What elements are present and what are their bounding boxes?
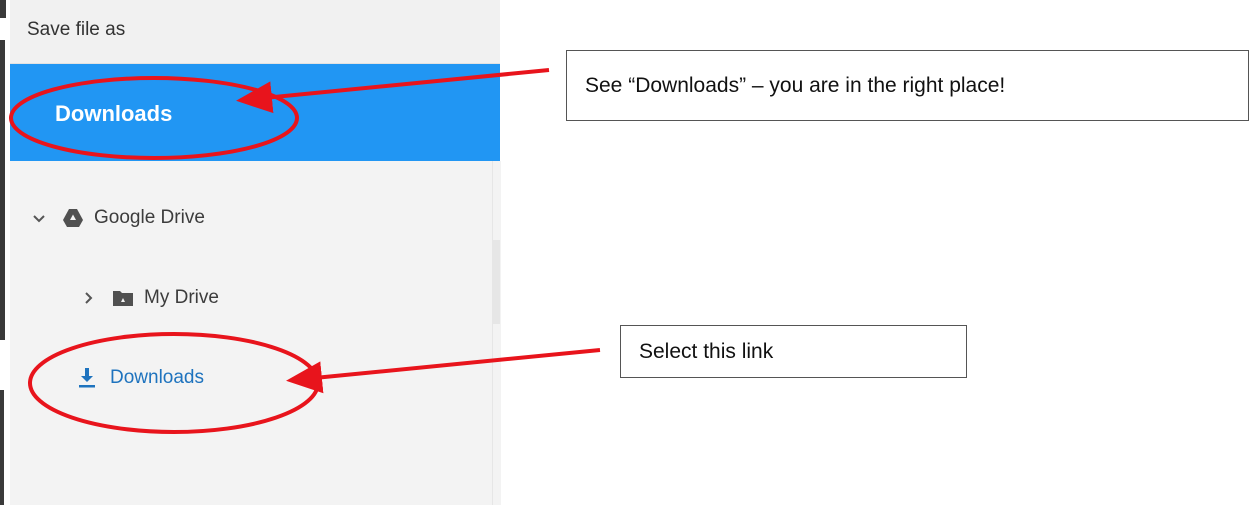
- dialog-title: Save file as: [10, 0, 500, 64]
- annotation-callout-location: See “Downloads” – you are in the right p…: [566, 50, 1249, 121]
- current-location-label: Downloads: [55, 101, 173, 126]
- nav-item-downloads[interactable]: Downloads: [76, 367, 204, 389]
- scrollbar[interactable]: [492, 161, 501, 505]
- nav-item-my-drive[interactable]: My Drive: [80, 287, 219, 309]
- download-icon: [79, 368, 95, 388]
- annotation-callout-select: Select this link: [620, 325, 967, 378]
- nav-item-google-drive[interactable]: Google Drive: [30, 207, 205, 229]
- shared-drive-folder-icon: [113, 291, 133, 306]
- scrollbar-thumb[interactable]: [493, 240, 500, 324]
- annotation-text: See “Downloads” – you are in the right p…: [585, 73, 1006, 97]
- save-dialog-sidebar: Save file as Downloads Google Drive My D…: [10, 0, 501, 505]
- nav-item-label: My Drive: [144, 287, 219, 308]
- nav-item-label: Google Drive: [94, 207, 205, 228]
- annotation-text: Select this link: [639, 339, 774, 363]
- nav-item-label: Downloads: [110, 367, 204, 388]
- google-drive-icon: [63, 209, 83, 227]
- window-edge: [0, 0, 10, 505]
- chevron-right-icon[interactable]: [80, 289, 98, 307]
- current-location-header: Downloads: [10, 64, 500, 161]
- chevron-down-icon[interactable]: [30, 209, 48, 227]
- screenshot-stage: Save file as Downloads Google Drive My D…: [0, 0, 1250, 505]
